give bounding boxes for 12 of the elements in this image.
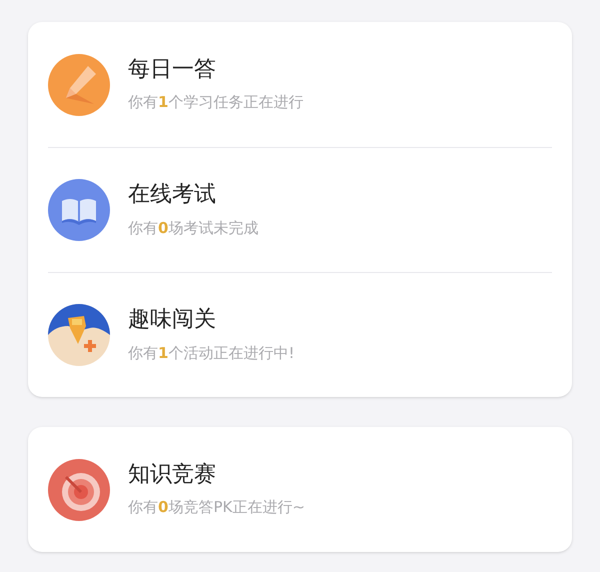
target-icon	[48, 458, 110, 520]
item-title[interactable]: 在线考试	[128, 181, 258, 208]
map-icon	[48, 304, 110, 366]
item-title[interactable]: 趣味闯关	[128, 306, 294, 334]
pencil-icon	[48, 54, 110, 116]
item-subtitle: 你有1个学习任务正在进行	[128, 92, 304, 113]
item-subtitle: 你有1个活动正在进行中!	[128, 342, 294, 364]
item-title[interactable]: 知识竞赛	[128, 460, 305, 488]
item-subtitle: 你有0场竞答PK正在进行~	[128, 497, 305, 518]
book-icon	[48, 179, 110, 241]
item-title[interactable]: 每日一答	[128, 56, 304, 83]
item-subtitle: 你有0场考试未完成	[128, 218, 258, 238]
